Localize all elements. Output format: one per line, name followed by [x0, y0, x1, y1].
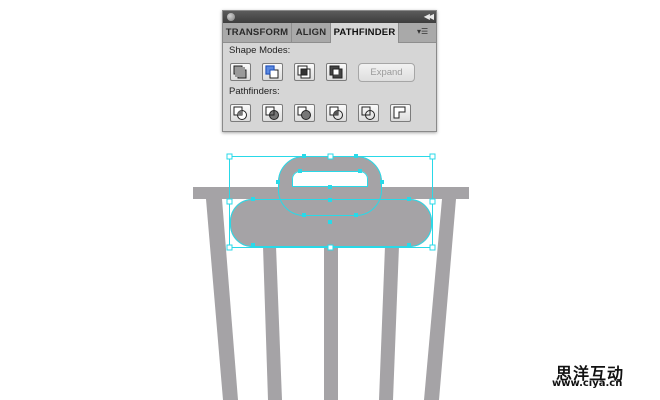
tab-pathfinder[interactable]: PATHFINDER — [331, 23, 399, 43]
minus-front-button[interactable] — [262, 63, 283, 81]
outline-button[interactable] — [358, 104, 379, 122]
close-panel-button[interactable] — [227, 13, 235, 21]
handle-top-right[interactable] — [429, 153, 436, 160]
divide-button[interactable] — [230, 104, 251, 122]
handle-middle-right[interactable] — [429, 198, 436, 205]
pathfinder-panel: ◀◀ TRANSFORM ALIGN PATHFINDER ▾☰ Shape M… — [222, 10, 437, 132]
minus-back-button[interactable] — [390, 104, 411, 122]
exclude-button[interactable] — [326, 63, 347, 81]
collapse-icon[interactable]: ◀◀ — [424, 11, 434, 23]
panel-tab-bar: TRANSFORM ALIGN PATHFINDER — [223, 23, 436, 43]
outline-icon — [361, 106, 375, 120]
pathfinders-label: Pathfinders: — [229, 86, 280, 97]
panel-menu-icon[interactable]: ▾☰ — [417, 26, 431, 38]
watermark-url: www.ciya.cn — [552, 378, 623, 389]
intersect-icon — [297, 65, 311, 79]
slat-2[interactable] — [263, 246, 282, 400]
unite-icon — [233, 65, 247, 79]
handle-bottom-middle[interactable] — [327, 244, 334, 251]
intersect-button[interactable] — [294, 63, 315, 81]
tab-transform[interactable]: TRANSFORM — [223, 23, 292, 42]
handle-bottom-right[interactable] — [429, 244, 436, 251]
slat-3[interactable] — [324, 246, 338, 400]
crop-icon — [329, 106, 343, 120]
unite-button[interactable] — [230, 63, 251, 81]
handle-top-left[interactable] — [226, 153, 233, 160]
minus-front-icon — [265, 65, 279, 79]
handle-top-middle[interactable] — [327, 153, 334, 160]
panel-titlebar[interactable]: ◀◀ — [223, 11, 436, 23]
slat-4[interactable] — [379, 246, 399, 400]
handle-middle-left[interactable] — [226, 198, 233, 205]
handle-bottom-left[interactable] — [226, 244, 233, 251]
merge-icon — [297, 106, 311, 120]
minus-back-icon — [393, 106, 406, 119]
tab-align[interactable]: ALIGN — [292, 23, 331, 42]
merge-button[interactable] — [294, 104, 315, 122]
trash-can-artwork — [193, 156, 469, 400]
shape-modes-label: Shape Modes: — [229, 45, 291, 56]
trim-button[interactable] — [262, 104, 283, 122]
divide-icon — [233, 106, 247, 120]
expand-button[interactable]: Expand — [358, 63, 415, 82]
crop-button[interactable] — [326, 104, 347, 122]
trim-icon — [265, 106, 279, 120]
exclude-icon — [329, 65, 343, 79]
